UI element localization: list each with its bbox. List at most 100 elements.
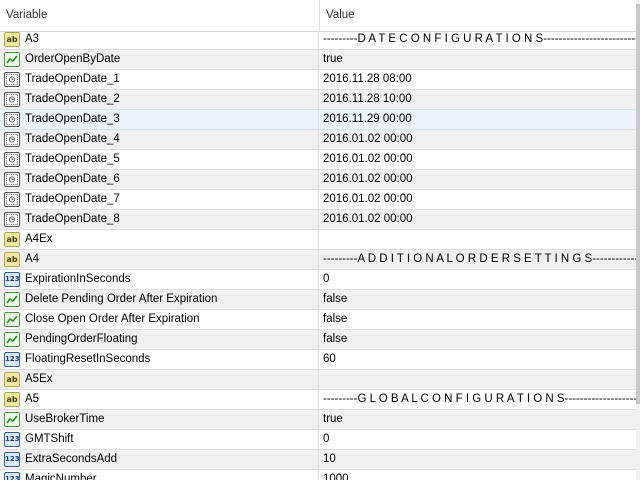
value-cell[interactable]: 2016.01.02 00:00 [319, 210, 636, 229]
variable-name: TradeOpenDate_5 [25, 153, 120, 165]
value-cell[interactable]: 2016.01.02 00:00 [319, 150, 636, 169]
parameter-row[interactable]: ab A4Ex [0, 230, 636, 250]
string-icon: ab [4, 232, 20, 247]
variable-name: TradeOpenDate_8 [25, 213, 120, 225]
variable-cell[interactable]: TradeOpenDate_6 [0, 170, 319, 189]
parameter-row[interactable]: ab A5Ex [0, 370, 636, 390]
variable-cell[interactable]: TradeOpenDate_1 [0, 70, 319, 89]
variable-name: TradeOpenDate_6 [25, 173, 120, 185]
column-header-variable[interactable]: Variable [0, 0, 319, 31]
datetime-icon [4, 152, 20, 167]
variable-name: TradeOpenDate_4 [25, 133, 120, 145]
string-icon: ab [4, 372, 20, 387]
variable-cell[interactable]: TradeOpenDate_8 [0, 210, 319, 229]
variable-cell[interactable]: 123 ExtraSecondsAdd [0, 450, 319, 469]
parameter-row[interactable]: ab A4 ---------A D D I T I O N A L O R D E… [0, 250, 636, 270]
variable-cell[interactable]: ab A3 [0, 30, 319, 49]
bool-icon [4, 412, 20, 427]
parameter-row[interactable]: TradeOpenDate_4 2016.01.02 00:00 [0, 130, 636, 150]
parameter-row[interactable]: UseBrokerTime true [0, 410, 636, 430]
grid-rows: ab A3 ---------D A T E C O N F I G U R A T… [0, 30, 636, 480]
value-cell[interactable]: 1000 [319, 470, 636, 480]
grid-header: Variable Value [0, 0, 636, 32]
variable-cell[interactable]: TradeOpenDate_2 [0, 90, 319, 109]
datetime-icon [4, 212, 20, 227]
scrollbar-thumb[interactable] [636, 4, 640, 404]
value-cell[interactable]: false [319, 310, 636, 329]
variable-name: PendingOrderFloating [25, 333, 138, 345]
value-cell[interactable]: true [319, 410, 636, 429]
value-cell[interactable]: 2016.01.02 00:00 [319, 170, 636, 189]
parameter-row[interactable]: ab A5 ---------G L O B A L C O N F I G U R… [0, 390, 636, 410]
value-cell[interactable] [319, 230, 636, 249]
value-cell[interactable]: 2016.11.28 10:00 [319, 90, 636, 109]
value-cell[interactable]: false [319, 330, 636, 349]
variable-name: TradeOpenDate_2 [25, 93, 120, 105]
variable-name: Delete Pending Order After Expiration [25, 293, 218, 305]
parameter-row[interactable]: TradeOpenDate_1 2016.11.28 08:00 [0, 70, 636, 90]
parameter-row[interactable]: Delete Pending Order After Expiration fal… [0, 290, 636, 310]
integer-icon: 123 [4, 272, 20, 287]
variable-cell[interactable]: 123 FloatingResetInSeconds [0, 350, 319, 369]
parameter-row[interactable]: TradeOpenDate_3 2016.11.29 00:00 [0, 110, 636, 130]
variable-cell[interactable]: PendingOrderFloating [0, 330, 319, 349]
parameter-row[interactable]: PendingOrderFloating false [0, 330, 636, 350]
variable-name: TradeOpenDate_1 [25, 73, 120, 85]
variable-cell[interactable]: Close Open Order After Expiration [0, 310, 319, 329]
parameter-row[interactable]: TradeOpenDate_2 2016.11.28 10:00 [0, 90, 636, 110]
datetime-icon [4, 132, 20, 147]
value-cell[interactable]: 2016.11.29 00:00 [319, 110, 636, 129]
variable-name: A4Ex [25, 233, 53, 245]
variable-cell[interactable]: OrderOpenByDate [0, 50, 319, 69]
parameter-row[interactable]: TradeOpenDate_8 2016.01.02 00:00 [0, 210, 636, 230]
variable-cell[interactable]: 123 MagicNumber [0, 470, 319, 480]
variable-cell[interactable]: ab A5 [0, 390, 319, 409]
bool-icon [4, 292, 20, 307]
parameter-row[interactable]: 123 GMTShift 0 [0, 430, 636, 450]
datetime-icon [4, 192, 20, 207]
value-cell[interactable]: 10 [319, 450, 636, 469]
parameter-row[interactable]: TradeOpenDate_5 2016.01.02 00:00 [0, 150, 636, 170]
parameter-row[interactable]: Close Open Order After Expiration false [0, 310, 636, 330]
value-cell[interactable]: ---------G L O B A L C O N F I G U R A T… [319, 390, 636, 409]
value-cell[interactable]: ---------D A T E C O N F I G U R A T I O… [319, 30, 636, 49]
value-cell[interactable]: false [319, 290, 636, 309]
variable-name: TradeOpenDate_3 [25, 113, 120, 125]
parameter-row[interactable]: TradeOpenDate_6 2016.01.02 00:00 [0, 170, 636, 190]
vertical-scrollbar[interactable] [636, 0, 640, 480]
string-icon: ab [4, 32, 20, 47]
parameter-row[interactable]: OrderOpenByDate true [0, 50, 636, 70]
variable-cell[interactable]: TradeOpenDate_5 [0, 150, 319, 169]
parameter-row[interactable]: 123 MagicNumber 1000 [0, 470, 636, 480]
value-cell[interactable]: 2016.01.02 00:00 [319, 130, 636, 149]
parameter-row[interactable]: ab A3 ---------D A T E C O N F I G U R A T… [0, 30, 636, 50]
variable-name: TradeOpenDate_7 [25, 193, 120, 205]
value-cell[interactable]: 0 [319, 270, 636, 289]
column-header-value[interactable]: Value [319, 0, 636, 31]
value-cell[interactable]: 2016.01.02 00:00 [319, 190, 636, 209]
value-cell[interactable]: 60 [319, 350, 636, 369]
variable-cell[interactable]: TradeOpenDate_3 [0, 110, 319, 129]
parameter-row[interactable]: 123 ExtraSecondsAdd 10 [0, 450, 636, 470]
value-cell[interactable]: ---------A D D I T I O N A L O R D E R S… [319, 250, 636, 269]
parameter-row[interactable]: TradeOpenDate_7 2016.01.02 00:00 [0, 190, 636, 210]
variable-cell[interactable]: TradeOpenDate_4 [0, 130, 319, 149]
value-cell[interactable]: true [319, 50, 636, 69]
variable-cell[interactable]: TradeOpenDate_7 [0, 190, 319, 209]
variable-cell[interactable]: 123 GMTShift [0, 430, 319, 449]
variable-cell[interactable]: ab A4Ex [0, 230, 319, 249]
variable-cell[interactable]: UseBrokerTime [0, 410, 319, 429]
value-cell[interactable] [319, 370, 636, 389]
variable-name: A3 [25, 33, 40, 45]
variable-cell[interactable]: Delete Pending Order After Expiration [0, 290, 319, 309]
inputs-grid: Variable Value ab A3 ---------D A T E C O … [0, 0, 636, 480]
parameter-row[interactable]: 123 ExpirationInSeconds 0 [0, 270, 636, 290]
value-cell[interactable]: 2016.11.28 08:00 [319, 70, 636, 89]
parameter-row[interactable]: 123 FloatingResetInSeconds 60 [0, 350, 636, 370]
variable-name: GMTShift [25, 433, 74, 445]
integer-icon: 123 [4, 432, 20, 447]
variable-cell[interactable]: ab A4 [0, 250, 319, 269]
value-cell[interactable]: 0 [319, 430, 636, 449]
variable-cell[interactable]: 123 ExpirationInSeconds [0, 270, 319, 289]
variable-cell[interactable]: ab A5Ex [0, 370, 319, 389]
